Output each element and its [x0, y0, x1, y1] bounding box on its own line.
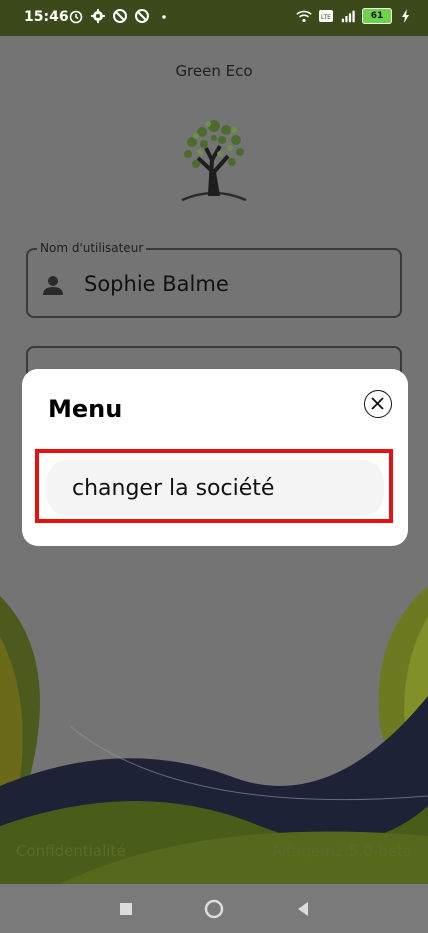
recents-icon[interactable]	[115, 898, 137, 920]
volte-icon: LTE	[319, 10, 333, 22]
status-icons-left	[68, 8, 172, 24]
decorative-waves	[0, 586, 428, 884]
username-field[interactable]: Nom d'utilisateur Sophie Balme	[26, 241, 402, 318]
dot-icon	[162, 15, 166, 19]
privacy-link[interactable]: Confidentialité	[16, 842, 126, 860]
gear-icon	[91, 9, 105, 23]
wifi-icon	[296, 10, 312, 23]
selection-highlight: changer la société	[35, 449, 393, 523]
battery-icon: 61	[362, 8, 392, 24]
menu-dialog: Menu changer la société	[22, 369, 408, 546]
dnd-icon	[113, 9, 127, 23]
home-icon[interactable]	[203, 898, 225, 920]
username-value: Sophie Balme	[84, 272, 229, 296]
username-label: Nom d'utilisateur	[37, 241, 147, 255]
close-button[interactable]	[364, 390, 392, 418]
alarm-icon	[69, 10, 83, 24]
status-icons-right: LTE 61	[296, 8, 414, 24]
person-icon	[43, 276, 63, 295]
status-time: 15:46	[24, 9, 69, 25]
back-icon[interactable]	[292, 898, 314, 920]
app-version: Altagem2.5.0-beta	[271, 842, 412, 860]
status-bar: 15:46 LTE 61	[0, 0, 428, 36]
app-brand: Green Eco	[175, 62, 253, 80]
dialog-title: Menu	[48, 395, 123, 423]
close-icon	[371, 397, 384, 410]
signal-icon	[341, 10, 355, 23]
tree-logo	[181, 120, 247, 202]
charging-icon	[402, 9, 409, 23]
dnd-icon	[135, 9, 149, 23]
menu-item-change-company[interactable]: changer la société	[46, 460, 384, 516]
nav-bar	[0, 884, 428, 933]
svg-text:LTE: LTE	[321, 14, 331, 21]
